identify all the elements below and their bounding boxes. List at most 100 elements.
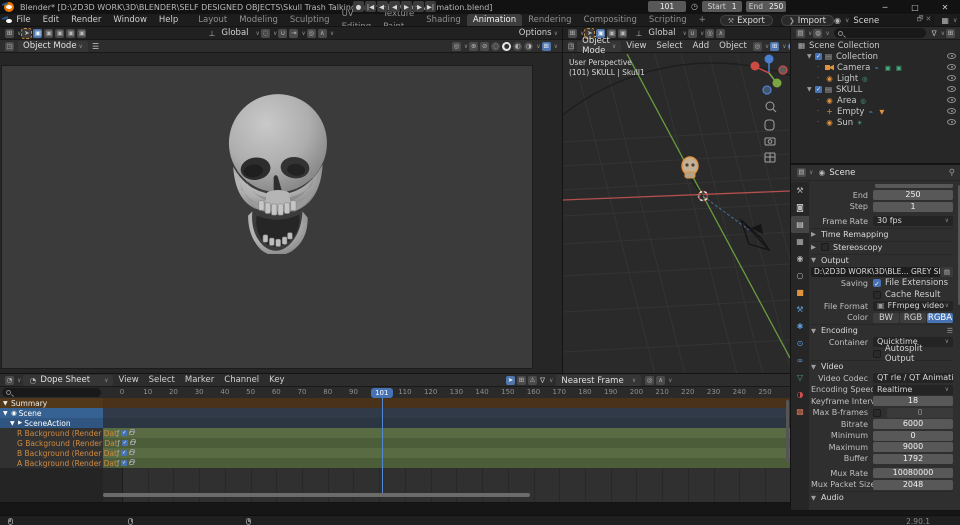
outliner-row-light[interactable]: · ◉ Light ◎ [791, 73, 960, 84]
select-mode-intersect-icon[interactable]: ▣ [77, 28, 87, 38]
snap-magnet-icon[interactable]: ∪ [687, 28, 697, 38]
panel-header-time-remapping[interactable]: ▶ Time Remapping [811, 227, 953, 240]
outliner-search-input[interactable] [833, 28, 926, 38]
preview-range-icon[interactable]: ◷ [691, 2, 698, 11]
visibility-toggle[interactable] [947, 118, 956, 128]
seq-badge-icon[interactable]: ▣ [883, 64, 892, 72]
tab-sculpting[interactable]: Sculpting [284, 14, 336, 27]
property-field-end[interactable]: 250 [873, 190, 953, 201]
channel-row-sceneaction[interactable]: ▼ ▶ SceneAction [0, 418, 103, 428]
editor-type-3dview-icon[interactable]: ◳ [5, 41, 14, 51]
overlays-icon[interactable]: ◎ [451, 41, 461, 51]
property-dropdown-frame-rate[interactable]: 30 fps ∨ [873, 216, 953, 227]
channel-search-input[interactable] [2, 388, 101, 397]
editor-type-icon[interactable]: ⊞ [568, 28, 577, 38]
editor-type-3dview-icon[interactable]: ◳ [568, 41, 575, 51]
menu-help[interactable]: Help [153, 14, 184, 27]
modifier-icon[interactable]: ƒ [117, 459, 119, 467]
mode-dropdown[interactable]: Object Mode ∨ [18, 40, 88, 52]
property-dropdown-video-codec[interactable]: QT rle / QT Animation∨ [873, 373, 953, 384]
channel-row-summary[interactable]: ▼ Summary [0, 398, 103, 408]
import-button[interactable]: ❯ Import [780, 15, 834, 26]
properties-tab-object[interactable]: ■ [791, 284, 809, 301]
overlays-icon[interactable]: ◎ [752, 41, 762, 51]
tab-layout[interactable]: Layout [192, 14, 233, 27]
channel-row-b-background-render-dat[interactable]: B Background (Render Dat ƒ ✓ [0, 448, 136, 458]
folder-browse-button[interactable]: ▤ [941, 266, 953, 277]
viewport-menu-add[interactable]: Add [688, 41, 714, 51]
jump-to-start-button[interactable]: |◀ [365, 1, 376, 12]
properties-tab-particles[interactable]: ✱ [791, 318, 809, 335]
select-mode-set-icon[interactable]: ▣ [33, 28, 43, 38]
outliner-display-mode-icon[interactable]: ▤ [796, 28, 805, 38]
tab-scripting[interactable]: Scripting [643, 14, 693, 27]
keyframe-area[interactable] [103, 398, 790, 502]
segment-rgb[interactable]: RGB [900, 312, 926, 323]
prev-frame-button[interactable]: ◀ [389, 1, 400, 12]
camera-view-canvas[interactable] [0, 54, 562, 374]
filter-funnel-icon[interactable]: ∇ [538, 376, 547, 385]
channel-enable-checkbox[interactable]: ✓ [121, 430, 128, 436]
mode-dropdown[interactable]: Object Mode ∨ [577, 36, 622, 56]
falloff-curve-icon[interactable]: ∧ [317, 28, 327, 38]
only-selected-icon[interactable]: ➤ [506, 376, 515, 385]
expand-icon[interactable]: ▼ [3, 410, 11, 417]
editor-type-icon[interactable]: ◔ [5, 375, 14, 385]
expand-icon[interactable]: ▼ [807, 53, 815, 60]
dopesheet-mode-dropdown[interactable]: ◔ Dope Sheet ∨ [23, 374, 114, 386]
pivot-icon[interactable]: ◌ [260, 28, 270, 38]
dopesheet-menu-view[interactable]: View [113, 375, 143, 385]
properties-tab-output[interactable]: ▤ [791, 216, 809, 233]
collection-checkbox[interactable]: ✓ [815, 53, 822, 60]
checkbox-max-b-frames[interactable] [873, 408, 881, 417]
pin-icon[interactable]: ⚲ [949, 168, 955, 178]
properties-tab-physics[interactable]: ⊙ [791, 335, 809, 352]
outliner-row-sun[interactable]: · ◉ Sun ☀ [791, 117, 960, 128]
dopesheet-menu-select[interactable]: Select [144, 375, 180, 385]
render-view-icon[interactable]: ⊞ [541, 41, 551, 51]
property-field-minimum[interactable]: 0 [873, 430, 953, 441]
editor-type-icon[interactable]: ⊞ [5, 28, 14, 38]
expand-icon[interactable]: ▼ [3, 400, 11, 407]
proportional-edit-icon[interactable]: ◎ [705, 28, 715, 38]
minimize-button[interactable]: ─ [870, 0, 900, 14]
greenbox-badge-icon[interactable]: ▣ [894, 64, 903, 72]
menu-file[interactable]: File [10, 14, 36, 27]
current-frame-field[interactable]: 101 [648, 1, 686, 12]
panel-header-audio[interactable]: ▼ Audio [811, 491, 953, 503]
viewport-menu-select[interactable]: Select [651, 41, 687, 51]
tab-modeling[interactable]: Modeling [233, 14, 284, 27]
checkbox-cache-result[interactable] [873, 290, 881, 299]
outliner-row-skull[interactable]: ▼ ✓ ▤ SKULL [791, 84, 960, 95]
checkbox-file-extensions[interactable]: ✓ [873, 279, 881, 288]
output-path-field[interactable]: D:\2D3D WORK\3D\BLE... GREY SKULL\DARKGR… [811, 266, 940, 277]
channel-row-r-background-render-dat[interactable]: R Background (Render Dat ƒ ✓ [0, 428, 136, 438]
tab-+[interactable]: + [693, 14, 712, 27]
falloff-curve-icon[interactable]: ∧ [716, 28, 726, 38]
segment-bw[interactable]: BW [873, 312, 899, 323]
tri-badge-icon[interactable]: ▼ [877, 108, 886, 116]
playhead[interactable] [381, 397, 384, 493]
frame-start-field[interactable]: Start 1 [702, 1, 742, 12]
property-field-disabled[interactable]: 0 [887, 407, 953, 418]
preset-icon[interactable]: ☰ [947, 327, 953, 335]
dopesheet-menu-channel[interactable]: Channel [219, 375, 264, 385]
timeline-ruler[interactable]: 0102030405060708090100110120130140150160… [0, 387, 790, 398]
modifier-icon[interactable]: ƒ [117, 429, 119, 437]
dopesheet-menu-key[interactable]: Key [264, 375, 289, 385]
property-dropdown-file-format[interactable]: ▣ FFmpeg video ∨ [873, 301, 953, 312]
expand-icon[interactable]: ▼ [10, 420, 18, 427]
tab-shading[interactable]: Shading [420, 14, 467, 27]
property-dropdown-encoding-speed[interactable]: Realtime ∨ [873, 384, 953, 395]
panel-header-output[interactable]: ▼ Output [811, 253, 953, 266]
frame-end-field[interactable]: End 250 [746, 1, 786, 12]
outliner-row-collection[interactable]: ▼ ✓ ▤ Collection [791, 51, 960, 62]
select-mode-extend-icon[interactable]: ▣ [44, 28, 54, 38]
visibility-toggle[interactable] [947, 85, 956, 95]
export-button[interactable]: ⚒ Export [719, 15, 773, 26]
lock-icon[interactable] [129, 429, 136, 435]
close-button[interactable]: ✕ [930, 0, 960, 14]
jump-to-end-button[interactable]: ▶| [425, 1, 436, 12]
lock-icon[interactable] [129, 449, 136, 455]
vertical-scrollbar[interactable] [786, 400, 789, 462]
